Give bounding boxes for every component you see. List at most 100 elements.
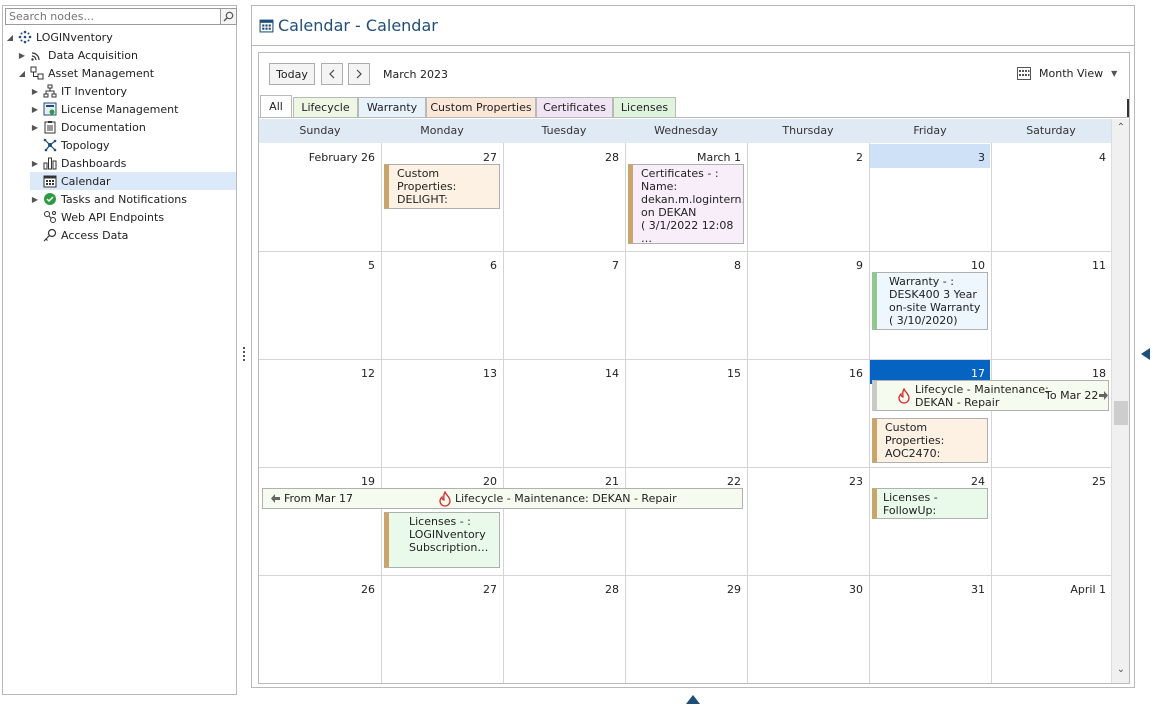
tree-item-license-management[interactable]: ▶ License Management bbox=[30, 100, 178, 118]
tree-item-topology[interactable]: Topology bbox=[30, 136, 110, 154]
arrow-left-icon bbox=[271, 494, 280, 503]
next-button[interactable] bbox=[348, 63, 370, 85]
day-number[interactable]: 11 bbox=[991, 259, 1106, 272]
day-number[interactable]: March 1 bbox=[625, 151, 741, 164]
view-select[interactable]: Month View ▼ bbox=[1017, 67, 1117, 80]
collapse-icon[interactable]: ◢ bbox=[5, 32, 15, 42]
tab-lifecycle[interactable]: Lifecycle bbox=[293, 97, 358, 118]
day-number[interactable]: 18 bbox=[991, 367, 1106, 380]
month-label: March 2023 bbox=[383, 68, 449, 81]
tree-item-loginventory[interactable]: ◢ LOGINventory bbox=[5, 28, 113, 46]
day-number[interactable]: 14 bbox=[503, 367, 619, 380]
day-number[interactable]: 3 bbox=[869, 151, 985, 164]
search-button[interactable] bbox=[221, 8, 237, 25]
day-header-friday: Friday bbox=[913, 124, 947, 137]
tasks-icon bbox=[42, 191, 58, 207]
day-number[interactable]: 6 bbox=[381, 259, 497, 272]
tree-item-data-acquisition[interactable]: ▶ Data Acquisition bbox=[17, 46, 138, 64]
appointment-custom-properties-delight[interactable]: Custom Properties: DELIGHT: PurchaseDate bbox=[384, 164, 500, 209]
tree-item-label: Data Acquisition bbox=[48, 48, 139, 62]
expand-icon[interactable]: ▶ bbox=[30, 158, 40, 168]
api-icon bbox=[42, 209, 58, 225]
tree-item-asset-management[interactable]: ◢ Asset Management bbox=[17, 64, 154, 82]
day-number[interactable]: February 26 bbox=[259, 151, 375, 164]
day-number[interactable]: 2 bbox=[747, 151, 863, 164]
bottom-nav-arrow-icon[interactable] bbox=[686, 695, 700, 704]
prev-button[interactable] bbox=[321, 63, 343, 85]
tab-licenses[interactable]: Licenses bbox=[613, 97, 676, 118]
day-number[interactable]: 26 bbox=[259, 583, 375, 596]
day-number[interactable]: 10 bbox=[869, 259, 985, 272]
search-icon bbox=[223, 11, 234, 22]
scrollbar-thumb[interactable] bbox=[1114, 401, 1128, 425]
expand-icon[interactable]: ▶ bbox=[30, 104, 40, 114]
appointment-custom-properties-aoc2470[interactable]: Custom Properties: AOC2470: Scrappage bbox=[872, 418, 988, 463]
appointment-warranty-desk400[interactable]: Warranty - : DESK400 3 Year on-site Warr… bbox=[872, 272, 988, 330]
day-number[interactable]: 7 bbox=[503, 259, 619, 272]
appointment-lifecycle-maintenance-start[interactable]: Lifecycle - Maintenance: DEKAN - Repair … bbox=[872, 380, 1109, 411]
day-number[interactable]: 27 bbox=[381, 151, 497, 164]
day-number[interactable]: 21 bbox=[503, 475, 619, 488]
splitter-grip[interactable] bbox=[243, 345, 246, 363]
day-number[interactable]: 20 bbox=[381, 475, 497, 488]
day-number[interactable]: 8 bbox=[625, 259, 741, 272]
day-number[interactable]: 4 bbox=[991, 151, 1106, 164]
month-view-icon bbox=[1017, 67, 1031, 80]
day-number[interactable]: 23 bbox=[747, 475, 863, 488]
tree-item-tasks-and-notifications[interactable]: ▶ Tasks and Notifications bbox=[30, 190, 187, 208]
expand-icon[interactable]: ▶ bbox=[30, 86, 40, 96]
resource-tabs: All Lifecycle Warranty Custom Properties… bbox=[259, 95, 1129, 118]
expand-icon[interactable]: ▶ bbox=[17, 50, 27, 60]
tree-item-dashboards[interactable]: ▶ Dashboards bbox=[30, 154, 126, 172]
collapse-icon[interactable]: ◢ bbox=[17, 68, 27, 78]
scroll-down-icon[interactable]: ⌄ bbox=[1116, 665, 1126, 675]
day-number[interactable]: 29 bbox=[625, 583, 741, 596]
tree-item-access-data[interactable]: Access Data bbox=[30, 226, 128, 244]
tree-item-calendar[interactable]: Calendar bbox=[30, 172, 236, 190]
day-number[interactable]: 16 bbox=[747, 367, 863, 380]
day-number[interactable]: 24 bbox=[869, 475, 985, 488]
day-number[interactable]: 27 bbox=[381, 583, 497, 596]
calendar-icon bbox=[259, 19, 274, 33]
day-number[interactable]: 28 bbox=[503, 583, 619, 596]
tree-item-web-api-endpoints[interactable]: Web API Endpoints bbox=[30, 208, 164, 226]
tree-item-label: Web API Endpoints bbox=[61, 210, 165, 224]
day-number[interactable]: 31 bbox=[869, 583, 985, 596]
appointment-lifecycle-maintenance-continuation[interactable]: From Mar 17 Lifecycle - Maintenance: DEK… bbox=[262, 488, 743, 509]
license-icon bbox=[42, 101, 58, 117]
tab-all[interactable]: All bbox=[260, 95, 292, 118]
appointment-to-label: To Mar 22 bbox=[1045, 389, 1099, 402]
appointment-licenses-loginventory[interactable]: Licenses - : LOGINventory Subscription… bbox=[384, 512, 500, 568]
search-input[interactable] bbox=[5, 8, 221, 25]
day-number[interactable]: 15 bbox=[625, 367, 741, 380]
day-number[interactable]: 17 bbox=[869, 367, 985, 380]
tab-custom-properties[interactable]: Custom Properties bbox=[426, 97, 536, 118]
day-number[interactable]: 30 bbox=[747, 583, 863, 596]
day-number[interactable]: April 1 bbox=[991, 583, 1106, 596]
appointment-label: Lifecycle - Maintenance: DEKAN - Repair bbox=[915, 383, 1049, 409]
day-number[interactable]: 13 bbox=[381, 367, 497, 380]
tree-item-label: LOGINventory bbox=[36, 30, 113, 44]
bar-chart-icon bbox=[42, 155, 58, 171]
appointment-licenses-teamviewer[interactable]: Licenses - FollowUp: Teamviewer bbox=[872, 488, 988, 519]
tree-item-documentation[interactable]: ▶ Documentation bbox=[30, 118, 146, 136]
day-number[interactable]: 28 bbox=[503, 151, 619, 164]
vertical-scrollbar[interactable]: ⌃ ⌄ bbox=[1111, 119, 1129, 683]
appointment-label: Lifecycle - Maintenance: DEKAN - Repair bbox=[455, 492, 677, 505]
side-nav-arrow-icon[interactable] bbox=[1141, 348, 1150, 360]
day-number[interactable]: 5 bbox=[259, 259, 375, 272]
day-number[interactable]: 22 bbox=[625, 475, 741, 488]
tab-warranty[interactable]: Warranty bbox=[358, 97, 426, 118]
day-number[interactable]: 19 bbox=[259, 475, 375, 488]
tab-certificates[interactable]: Certificates bbox=[536, 97, 613, 118]
day-number[interactable]: 12 bbox=[259, 367, 375, 380]
tree-item-it-inventory[interactable]: ▶ IT Inventory bbox=[30, 82, 127, 100]
appointment-certificates-dekan[interactable]: Certificates - : Name: dekan.m.logintern… bbox=[628, 164, 744, 244]
day-number[interactable]: 9 bbox=[747, 259, 863, 272]
day-number[interactable]: 25 bbox=[991, 475, 1106, 488]
expand-icon[interactable]: ▶ bbox=[30, 122, 40, 132]
expand-icon[interactable]: ▶ bbox=[30, 194, 40, 204]
today-button[interactable]: Today bbox=[269, 63, 315, 85]
scroll-up-icon[interactable]: ⌃ bbox=[1116, 123, 1126, 133]
tree-item-label: Tasks and Notifications bbox=[61, 192, 188, 206]
